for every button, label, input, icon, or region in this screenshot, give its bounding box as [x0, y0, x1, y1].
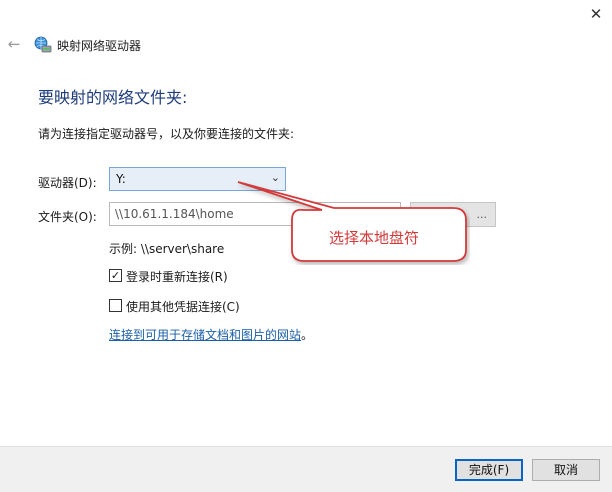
annotation-text: 选择本地盘符 [329, 229, 420, 247]
finish-button[interactable]: 完成(F) [455, 459, 523, 481]
link-suffix: 。 [301, 328, 314, 342]
website-link[interactable]: 连接到可用于存储文档和图片的网站 [109, 328, 301, 342]
browse-button-label: ... [476, 208, 488, 221]
cancel-button[interactable]: 取消 [532, 459, 600, 481]
back-button[interactable]: ← [4, 34, 24, 54]
close-button[interactable]: ✕ [583, 3, 609, 25]
example-text: 示例: \\server\share [109, 242, 225, 256]
back-arrow-icon: ← [7, 35, 21, 53]
close-icon: ✕ [589, 5, 603, 23]
annotation-bubble [237, 181, 467, 262]
dialog-footer: 完成(F) 取消 [0, 446, 612, 492]
website-link-row: 连接到可用于存储文档和图片的网站。 [109, 326, 313, 343]
page-heading: 要映射的网络文件夹: [38, 88, 188, 107]
network-drive-icon [34, 36, 52, 53]
drive-label: 驱动器(D): [38, 176, 97, 190]
annotation-callout [237, 181, 467, 262]
reconnect-label: 登录时重新连接(R) [126, 270, 228, 284]
other-credentials-checkbox[interactable] [109, 299, 122, 312]
drive-letter-value: Y: [116, 172, 126, 186]
other-credentials-label: 使用其他凭据连接(C) [126, 300, 240, 314]
folder-label: 文件夹(O): [38, 210, 97, 224]
window-title: 映射网络驱动器 [57, 39, 142, 53]
instruction-text: 请为连接指定驱动器号，以及你要连接的文件夹: [38, 127, 295, 141]
reconnect-checkbox[interactable]: ✓ [109, 269, 122, 282]
folder-path-value: \\10.61.1.184\home [115, 207, 234, 221]
